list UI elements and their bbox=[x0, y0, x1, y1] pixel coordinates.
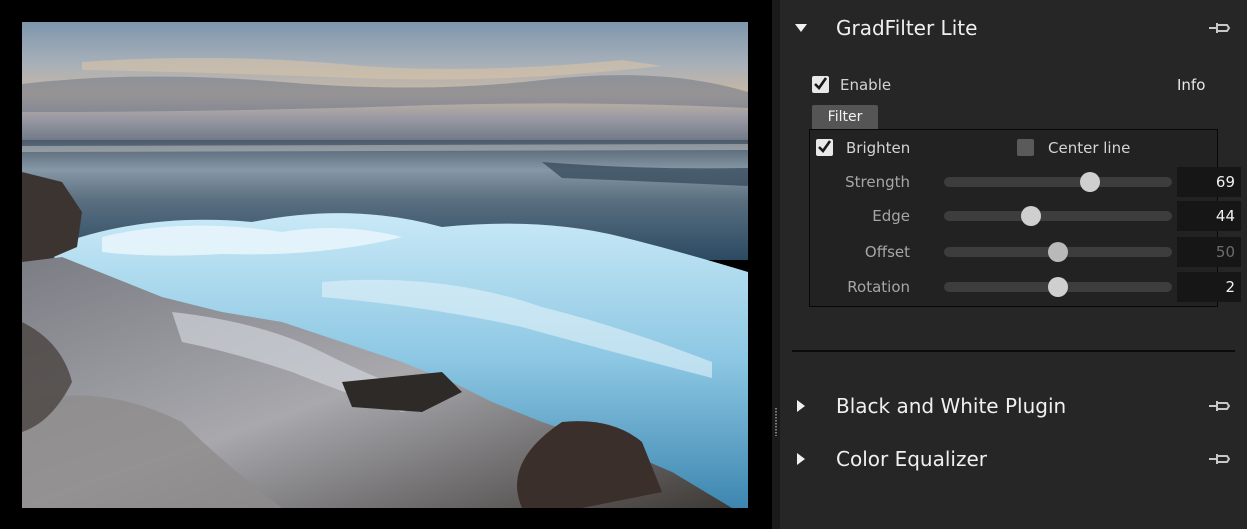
enable-label: Enable bbox=[840, 76, 892, 94]
panel-splitter[interactable] bbox=[772, 0, 780, 529]
image-preview-pane[interactable] bbox=[0, 0, 772, 529]
edge-slider[interactable] bbox=[944, 206, 1172, 226]
rotation-value-input[interactable]: 2 bbox=[1177, 272, 1241, 302]
strength-slider[interactable] bbox=[944, 172, 1172, 192]
rotation-slider[interactable] bbox=[944, 277, 1172, 297]
edge-slider-handle[interactable] bbox=[1020, 206, 1041, 226]
filter-settings-group: Brighten Center line Strength 69 Edge 44… bbox=[809, 129, 1241, 307]
panel-header-color-equalizer[interactable]: Color Equalizer bbox=[780, 439, 1247, 479]
edge-label: Edge bbox=[872, 207, 910, 225]
offset-label: Offset bbox=[864, 243, 910, 261]
panel-header-gradfilter-lite[interactable]: GradFilter Lite bbox=[780, 8, 1247, 48]
offset-value-input[interactable]: 50 bbox=[1177, 237, 1241, 267]
pin-icon[interactable] bbox=[1207, 21, 1233, 35]
pin-icon[interactable] bbox=[1207, 399, 1233, 413]
plugins-panel: GradFilter Lite Enable Info Filter Brigh… bbox=[780, 0, 1247, 529]
edge-value-input[interactable]: 44 bbox=[1177, 201, 1241, 231]
panel-title: Black and White Plugin bbox=[836, 394, 1067, 418]
triangle-right-icon[interactable] bbox=[794, 399, 808, 413]
info-link[interactable]: Info bbox=[1177, 76, 1205, 94]
offset-slider[interactable] bbox=[944, 242, 1172, 262]
offset-slider-handle[interactable] bbox=[1048, 242, 1068, 262]
panel-title: Color Equalizer bbox=[836, 447, 987, 471]
center-line-label: Center line bbox=[1048, 139, 1131, 157]
strength-slider-handle[interactable] bbox=[1079, 172, 1100, 192]
brighten-checkbox[interactable] bbox=[816, 139, 833, 156]
preview-photo[interactable] bbox=[22, 22, 748, 508]
panel-header-black-and-white-plugin[interactable]: Black and White Plugin bbox=[780, 386, 1247, 426]
splitter-grip-icon[interactable] bbox=[775, 408, 777, 436]
seascape-photo bbox=[22, 22, 748, 508]
brighten-label: Brighten bbox=[846, 139, 911, 157]
triangle-down-icon[interactable] bbox=[794, 21, 808, 35]
strength-value-input[interactable]: 69 bbox=[1177, 167, 1241, 197]
panel-title: GradFilter Lite bbox=[836, 16, 978, 40]
enable-checkbox[interactable] bbox=[812, 76, 829, 93]
rotation-slider-handle[interactable] bbox=[1048, 277, 1068, 297]
triangle-right-icon[interactable] bbox=[794, 452, 808, 466]
rotation-label: Rotation bbox=[847, 278, 910, 296]
section-divider bbox=[792, 350, 1235, 352]
center-line-checkbox[interactable] bbox=[1017, 139, 1034, 156]
pin-icon[interactable] bbox=[1207, 452, 1233, 466]
strength-label: Strength bbox=[845, 173, 910, 191]
tab-filter[interactable]: Filter bbox=[812, 105, 878, 129]
